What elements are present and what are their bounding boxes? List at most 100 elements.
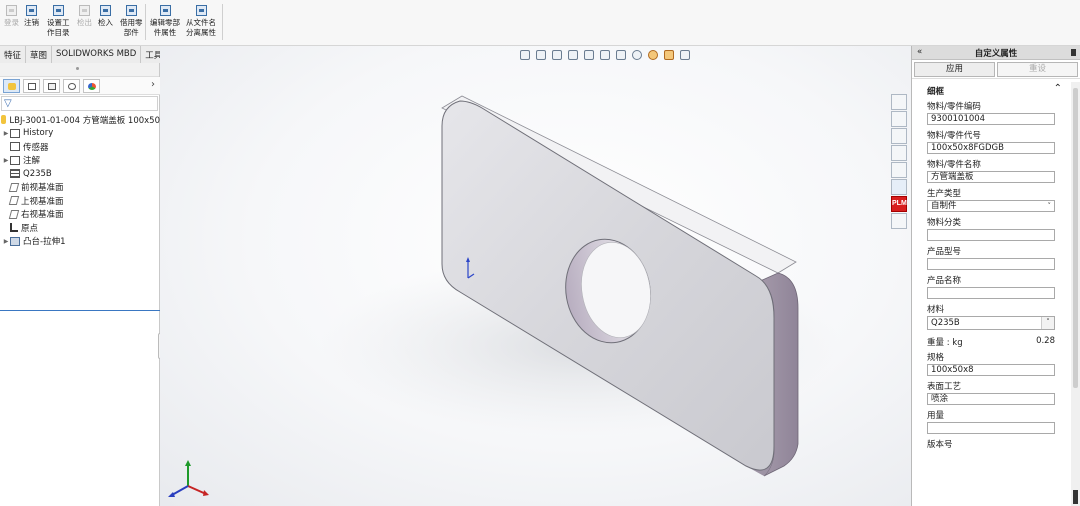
reset-button[interactable]: 重设: [997, 62, 1078, 77]
grip-icon[interactable]: [76, 67, 79, 70]
panel-header: « 自定义属性: [912, 46, 1080, 60]
ribbon-button-label: 借用零: [120, 18, 143, 27]
extrude-icon: [10, 236, 20, 246]
tree-item[interactable]: 传感器: [0, 140, 160, 154]
checkin-button[interactable]: 检入: [98, 5, 113, 28]
name-label: 物料/零件名称: [927, 160, 981, 170]
collapse-panel-icon[interactable]: «: [917, 47, 922, 57]
login-button[interactable]: 登录: [4, 5, 19, 28]
apply-button[interactable]: 应用: [914, 62, 995, 77]
usage-label: 用量: [927, 411, 945, 421]
split-filename-properties-icon: [195, 5, 207, 16]
scroll-end-marker: [1073, 490, 1078, 504]
borrow-part-icon: [125, 5, 137, 16]
appearance-icon[interactable]: [891, 162, 907, 178]
panel-tab-strip: ›: [0, 77, 160, 95]
tree-item[interactable]: 原点: [0, 221, 160, 235]
set-workdir-button[interactable]: 设置工 作目录: [47, 5, 70, 38]
chevron-down-icon[interactable]: ˅: [1041, 317, 1054, 329]
tree-filter-input[interactable]: ▽: [1, 96, 158, 111]
tree-item[interactable]: ▶ History: [0, 127, 160, 141]
ribbon-button-label: 检出: [77, 18, 92, 27]
panel-title: 自定义属性: [974, 48, 1018, 59]
panel-scrollbar[interactable]: [1071, 82, 1080, 506]
tree-item[interactable]: 前视基准面: [0, 181, 160, 195]
tab-2[interactable]: SOLIDWORKS MBD: [52, 46, 142, 63]
tree-item-label: Q235B: [23, 168, 52, 179]
material-select[interactable]: Q235B ˅: [927, 316, 1055, 330]
scrollbar-thumb[interactable]: [1073, 88, 1078, 388]
configuration-manager-tab[interactable]: [43, 78, 60, 93]
weight-row: 重量 : kg 0.28: [927, 336, 1055, 348]
split-filename-properties-button[interactable]: 从文件名 分离属性: [186, 5, 216, 38]
tab-1[interactable]: 草图: [26, 46, 53, 63]
product-name-field[interactable]: [927, 287, 1055, 299]
chevron-right-icon[interactable]: ›: [151, 79, 155, 90]
feature-manager-tab[interactable]: [3, 78, 20, 93]
product-model-field[interactable]: [927, 258, 1055, 270]
ribbon-button-label: 件属性: [153, 28, 177, 37]
tree-item[interactable]: ▶ 凸台-拉伸1: [0, 235, 160, 249]
model-label: 物料/零件代号: [927, 131, 981, 141]
view-palette-icon[interactable]: [891, 145, 907, 161]
borrow-part-button[interactable]: 借用零 部件: [120, 5, 143, 38]
edit-part-properties-icon: [159, 5, 171, 16]
tree-item[interactable]: 上视基准面: [0, 194, 160, 208]
category-field[interactable]: [927, 229, 1055, 241]
ribbon-button-label: 编辑零部: [150, 18, 180, 27]
code-field[interactable]: 9300101004: [927, 113, 1055, 125]
plm-tab[interactable]: PLM: [891, 196, 907, 212]
surface-field[interactable]: 喷涂: [927, 393, 1055, 405]
graphics-viewport[interactable]: PLM: [160, 46, 911, 506]
group-title-label: 细框: [927, 87, 945, 97]
ribbon-separator: [222, 4, 223, 40]
tree-item[interactable]: ▶ 注解: [0, 154, 160, 168]
weight-label: 重量 : kg: [927, 338, 963, 348]
crosshair-icon: [68, 82, 76, 90]
tree-item-label: History: [23, 128, 54, 139]
tree-item[interactable]: Q235B: [0, 167, 160, 181]
expand-arrow-icon[interactable]: ▶: [2, 238, 10, 245]
spec-field[interactable]: 100x50x8: [927, 364, 1055, 376]
product-name-label: 产品名称: [927, 276, 962, 286]
ribbon-button-label: 作目录: [47, 28, 70, 37]
display-manager-tab[interactable]: [83, 78, 100, 93]
properties-form: 细框 ⌃ 物料/零件编码 9300101004 物料/零件代号 100x50x8F…: [912, 82, 1070, 506]
rollback-bar[interactable]: [0, 310, 160, 311]
tab-0[interactable]: 特征: [0, 46, 27, 63]
expand-arrow-icon[interactable]: ▶: [2, 130, 10, 137]
group-title[interactable]: 细框 ⌃: [927, 82, 1070, 97]
edit-part-properties-button[interactable]: 编辑零部 件属性: [150, 5, 180, 38]
checkin-icon: [100, 5, 111, 16]
model-field[interactable]: 100x50x8FGDGB: [927, 142, 1055, 154]
pin-icon[interactable]: [1071, 49, 1076, 56]
part-model-view[interactable]: [160, 46, 911, 506]
name-field[interactable]: 方管端盖板: [927, 171, 1055, 183]
ribbon-button-label: 部件: [123, 28, 139, 37]
tree-root-part[interactable]: LBJ-3001-01-004 方管端盖板 100x50: [0, 113, 160, 127]
dimxpert-manager-tab[interactable]: [63, 78, 80, 93]
color-wheel-icon: [88, 82, 96, 90]
forum-icon[interactable]: [891, 213, 907, 229]
parts-icon[interactable]: [891, 111, 907, 127]
checkout-button[interactable]: 检出: [77, 5, 92, 28]
filter-icon: ▽: [4, 98, 12, 109]
expand-arrow-icon[interactable]: ▶: [2, 157, 10, 164]
home-icon[interactable]: [891, 94, 907, 110]
part-name-label: LBJ-3001-01-004 方管端盖板 100x50: [9, 115, 160, 126]
login-icon: [6, 5, 17, 16]
logout-button[interactable]: 注销: [24, 5, 39, 28]
plane-icon: [8, 182, 20, 192]
production-type-select[interactable]: 自制件 ˅: [927, 200, 1055, 212]
custom-properties-icon[interactable]: [891, 179, 907, 195]
checkout-icon: [79, 5, 90, 16]
property-manager-tab[interactable]: [23, 78, 40, 93]
ribbon-separator: [145, 4, 146, 40]
tree-item[interactable]: 右视基准面: [0, 208, 160, 222]
usage-field[interactable]: [927, 422, 1055, 434]
folder-icon[interactable]: [891, 128, 907, 144]
custom-properties-panel: « 自定义属性 应用 重设 细框 ⌃ 物料/零件编码 9300101004 物料/…: [911, 46, 1080, 506]
origin-icon: [10, 223, 18, 233]
ribbon-button-label: 检入: [98, 18, 113, 27]
chevron-up-icon[interactable]: ⌃: [1054, 83, 1062, 94]
